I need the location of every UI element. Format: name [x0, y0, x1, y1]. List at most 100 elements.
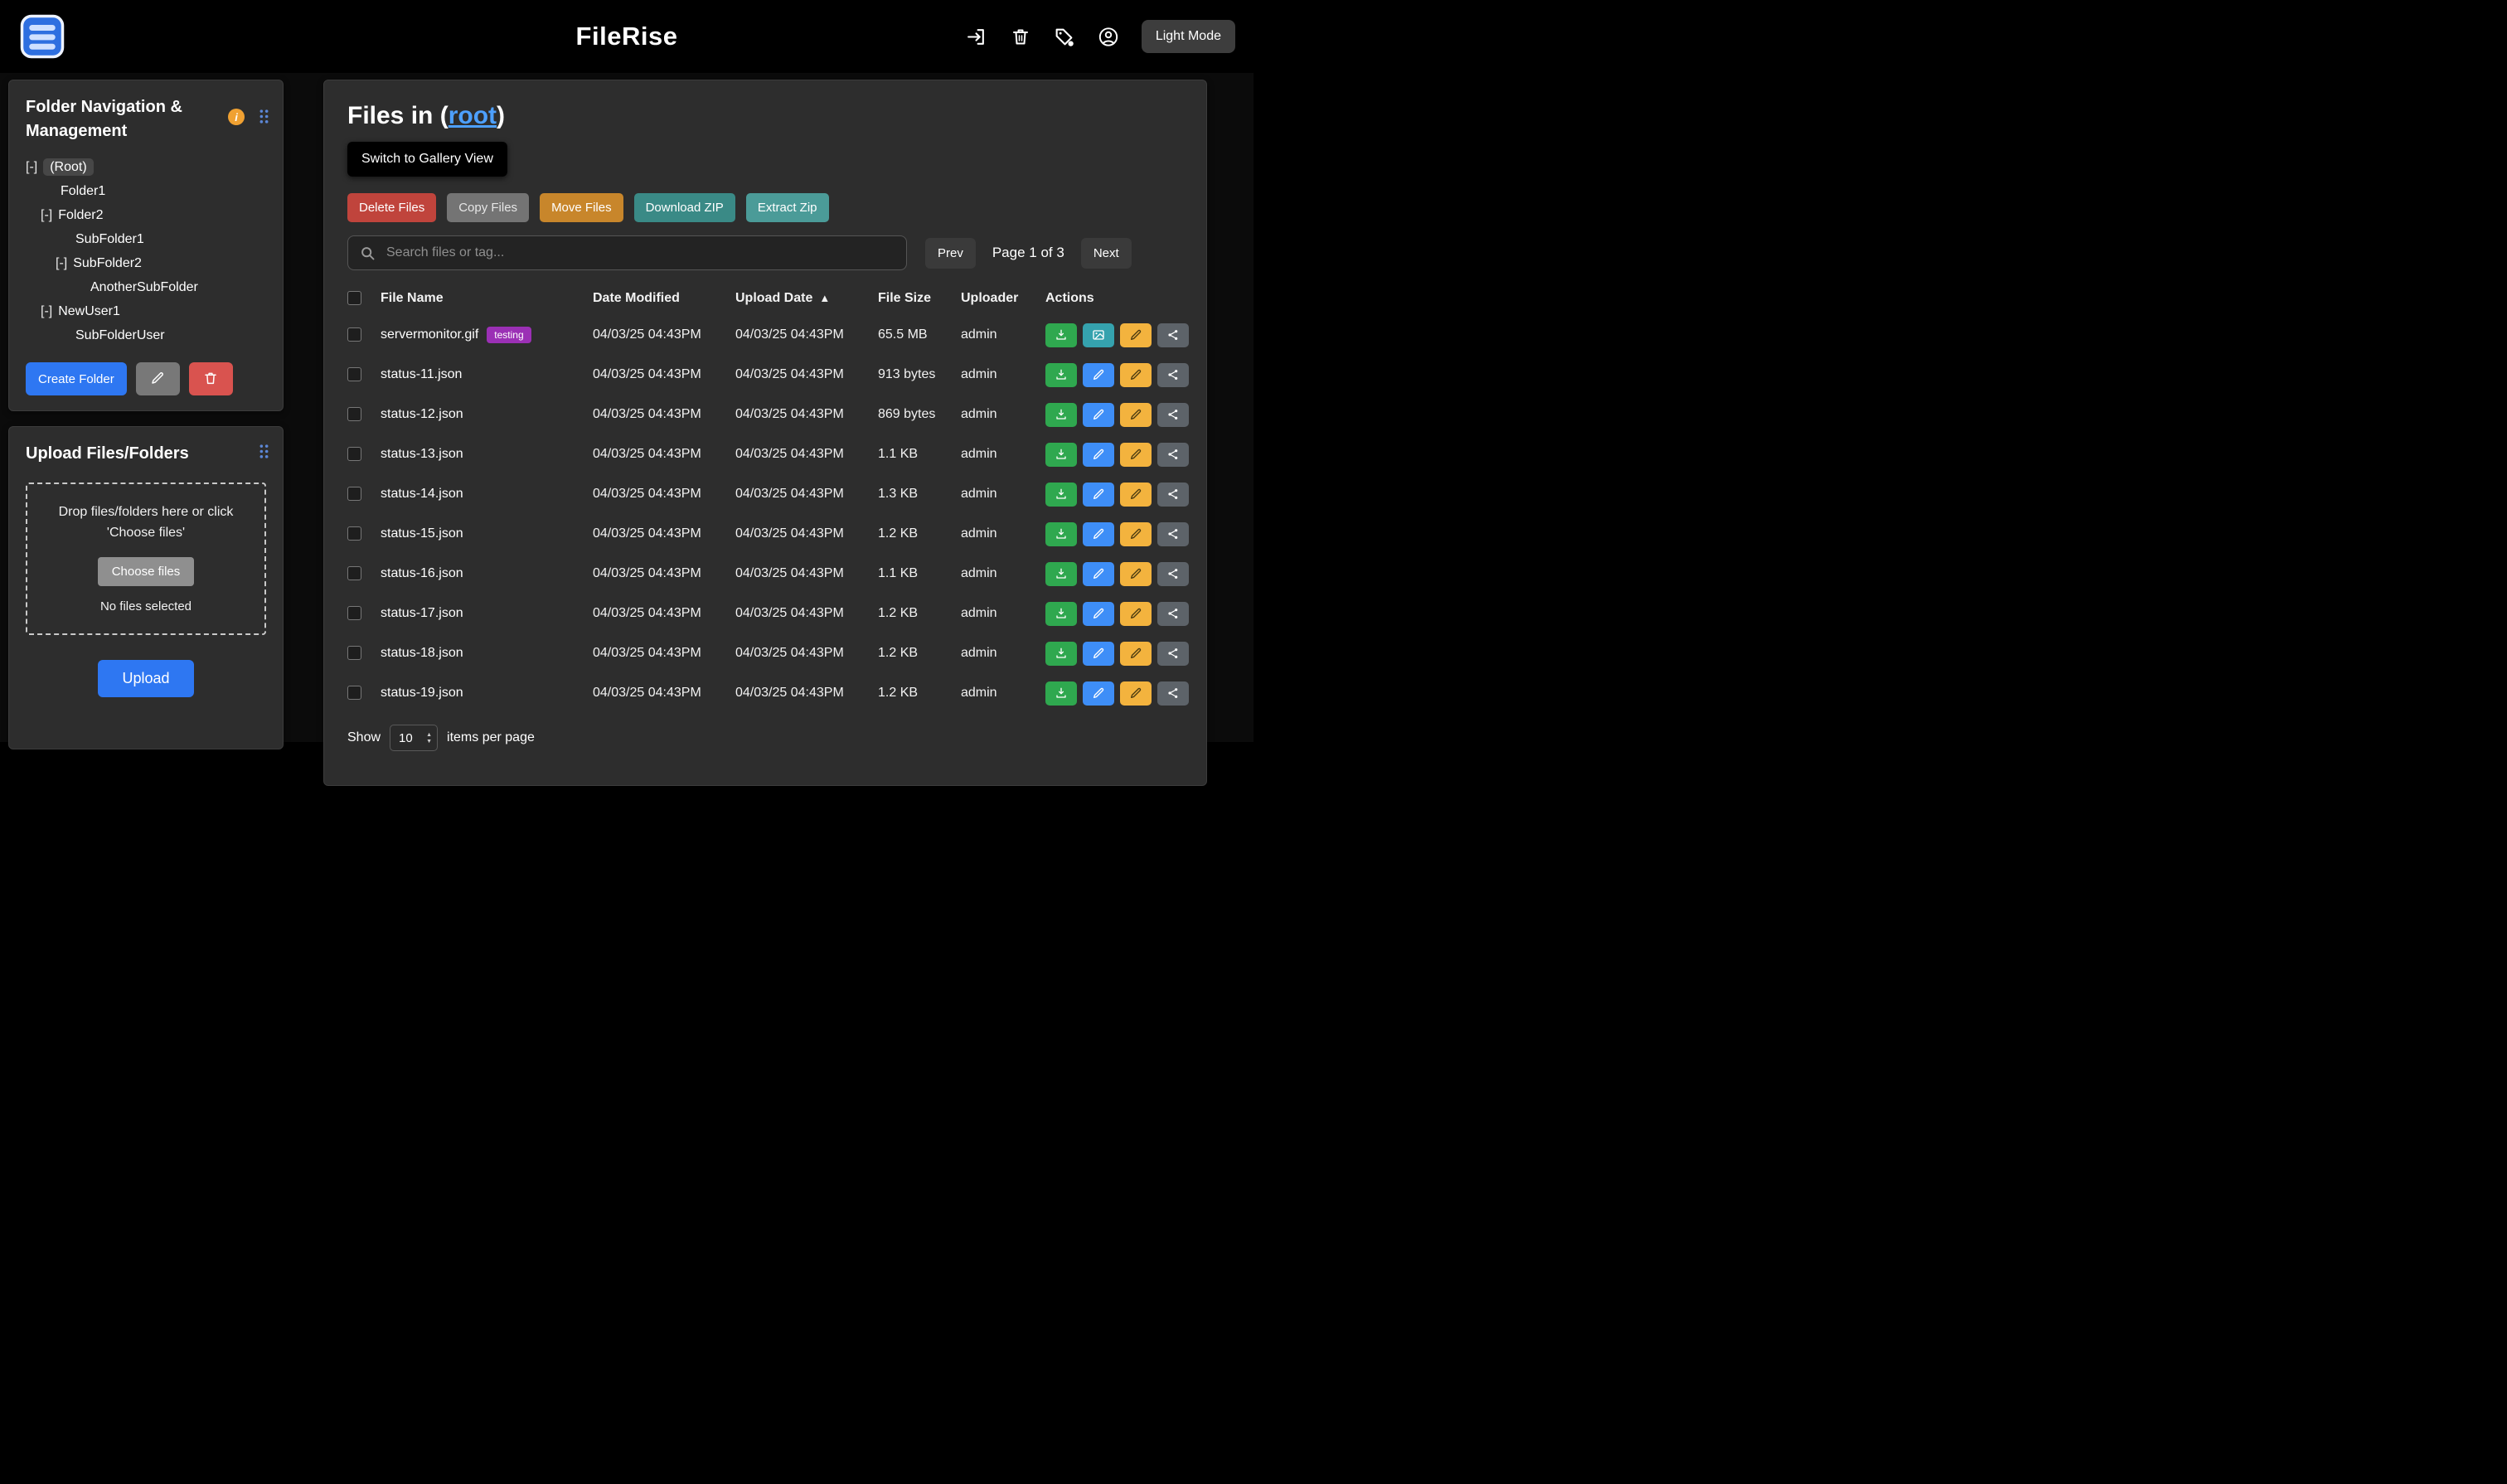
download-button[interactable] — [1045, 323, 1077, 347]
file-name[interactable]: status-17.json — [381, 606, 463, 621]
logout-icon[interactable] — [966, 26, 987, 47]
share-button[interactable] — [1157, 562, 1189, 586]
edit-button[interactable] — [1083, 602, 1114, 626]
next-page-button[interactable]: Next — [1081, 238, 1132, 269]
edit-button[interactable] — [1083, 403, 1114, 427]
row-checkbox[interactable] — [347, 646, 361, 660]
row-checkbox[interactable] — [347, 686, 361, 700]
folder-tree-item[interactable]: SubFolder1 — [26, 227, 266, 251]
choose-files-button[interactable]: Choose files — [98, 557, 195, 586]
rename-button[interactable] — [1120, 363, 1152, 387]
folder-name[interactable]: (Root) — [43, 158, 93, 176]
download-button[interactable] — [1045, 681, 1077, 706]
edit-button[interactable] — [1083, 363, 1114, 387]
search-input[interactable] — [386, 245, 906, 260]
trash-icon[interactable] — [1010, 26, 1031, 47]
rename-button[interactable] — [1120, 562, 1152, 586]
extract-zip-button[interactable]: Extract Zip — [746, 193, 829, 222]
drag-handle-icon[interactable] — [259, 444, 269, 463]
file-name[interactable]: status-16.json — [381, 566, 463, 581]
row-checkbox[interactable] — [347, 606, 361, 620]
move-files-button[interactable]: Move Files — [540, 193, 623, 222]
rename-folder-button[interactable] — [136, 362, 180, 395]
download-button[interactable] — [1045, 642, 1077, 666]
download-button[interactable] — [1045, 483, 1077, 507]
row-checkbox[interactable] — [347, 367, 361, 381]
tree-collapse-toggle[interactable]: [-] — [56, 256, 67, 270]
row-checkbox[interactable] — [347, 327, 361, 342]
download-button[interactable] — [1045, 363, 1077, 387]
row-checkbox[interactable] — [347, 487, 361, 501]
folder-tree-item[interactable]: AnotherSubFolder — [26, 275, 266, 299]
tags-icon[interactable] — [1054, 26, 1075, 47]
file-name[interactable]: status-13.json — [381, 447, 463, 462]
delete-files-button[interactable]: Delete Files — [347, 193, 436, 222]
col-upload-date[interactable]: Upload Date▲ — [735, 291, 878, 306]
file-name[interactable]: servermonitor.gif — [381, 327, 478, 342]
profile-icon[interactable] — [1098, 26, 1119, 47]
download-zip-button[interactable]: Download ZIP — [634, 193, 735, 222]
spinner-arrows-icon[interactable]: ▲▼ — [426, 732, 432, 744]
share-button[interactable] — [1157, 443, 1189, 467]
folder-name[interactable]: NewUser1 — [58, 304, 120, 318]
rename-button[interactable] — [1120, 483, 1152, 507]
edit-button[interactable] — [1083, 562, 1114, 586]
download-button[interactable] — [1045, 562, 1077, 586]
file-name[interactable]: status-15.json — [381, 526, 463, 541]
rename-button[interactable] — [1120, 602, 1152, 626]
light-mode-button[interactable]: Light Mode — [1142, 20, 1235, 53]
rename-button[interactable] — [1120, 642, 1152, 666]
items-per-page-select[interactable]: 10 ▲▼ — [390, 725, 438, 751]
folder-name[interactable]: SubFolder1 — [75, 232, 144, 246]
folder-tree-item[interactable]: [-] NewUser1 — [26, 299, 266, 323]
folder-tree-item[interactable]: SubFolderUser — [26, 323, 266, 347]
rename-button[interactable] — [1120, 323, 1152, 347]
folder-tree-item[interactable]: Folder1 — [26, 179, 266, 203]
tree-collapse-toggle[interactable]: [-] — [41, 304, 52, 318]
tree-collapse-toggle[interactable]: [-] — [26, 160, 37, 174]
tree-collapse-toggle[interactable]: [-] — [41, 208, 52, 222]
row-checkbox[interactable] — [347, 526, 361, 541]
folder-name[interactable]: AnotherSubFolder — [90, 280, 198, 294]
share-button[interactable] — [1157, 323, 1189, 347]
copy-files-button[interactable]: Copy Files — [447, 193, 529, 222]
folder-tree-item[interactable]: [-] (Root) — [26, 155, 266, 179]
edit-button[interactable] — [1083, 483, 1114, 507]
rename-button[interactable] — [1120, 443, 1152, 467]
folder-name[interactable]: SubFolder2 — [73, 256, 142, 270]
rename-button[interactable] — [1120, 403, 1152, 427]
folder-tree-item[interactable]: [-] SubFolder2 — [26, 251, 266, 275]
share-button[interactable] — [1157, 642, 1189, 666]
download-button[interactable] — [1045, 443, 1077, 467]
file-dropzone[interactable]: Drop files/folders here or click 'Choose… — [26, 483, 266, 635]
download-button[interactable] — [1045, 602, 1077, 626]
share-button[interactable] — [1157, 403, 1189, 427]
file-name[interactable]: status-12.json — [381, 407, 463, 422]
file-name[interactable]: status-14.json — [381, 487, 463, 502]
share-button[interactable] — [1157, 363, 1189, 387]
row-checkbox[interactable] — [347, 566, 361, 580]
share-button[interactable] — [1157, 522, 1189, 546]
col-uploader[interactable]: Uploader — [961, 291, 1045, 306]
edit-button[interactable] — [1083, 681, 1114, 706]
file-name[interactable]: status-19.json — [381, 686, 463, 701]
edit-button[interactable] — [1083, 443, 1114, 467]
app-logo[interactable] — [18, 12, 66, 61]
share-button[interactable] — [1157, 681, 1189, 706]
file-name[interactable]: status-11.json — [381, 367, 462, 382]
share-button[interactable] — [1157, 602, 1189, 626]
download-button[interactable] — [1045, 403, 1077, 427]
folder-name[interactable]: Folder1 — [61, 184, 105, 198]
row-checkbox[interactable] — [347, 407, 361, 421]
share-button[interactable] — [1157, 483, 1189, 507]
rename-button[interactable] — [1120, 681, 1152, 706]
folder-name[interactable]: Folder2 — [58, 208, 103, 222]
switch-gallery-view-button[interactable]: Switch to Gallery View — [347, 142, 507, 177]
select-all-checkbox[interactable] — [347, 291, 361, 305]
edit-button[interactable] — [1083, 522, 1114, 546]
folder-name[interactable]: SubFolderUser — [75, 328, 165, 342]
delete-folder-button[interactable] — [189, 362, 233, 395]
info-icon[interactable]: i — [228, 109, 245, 125]
create-folder-button[interactable]: Create Folder — [26, 362, 127, 395]
drag-handle-icon[interactable] — [259, 109, 269, 129]
